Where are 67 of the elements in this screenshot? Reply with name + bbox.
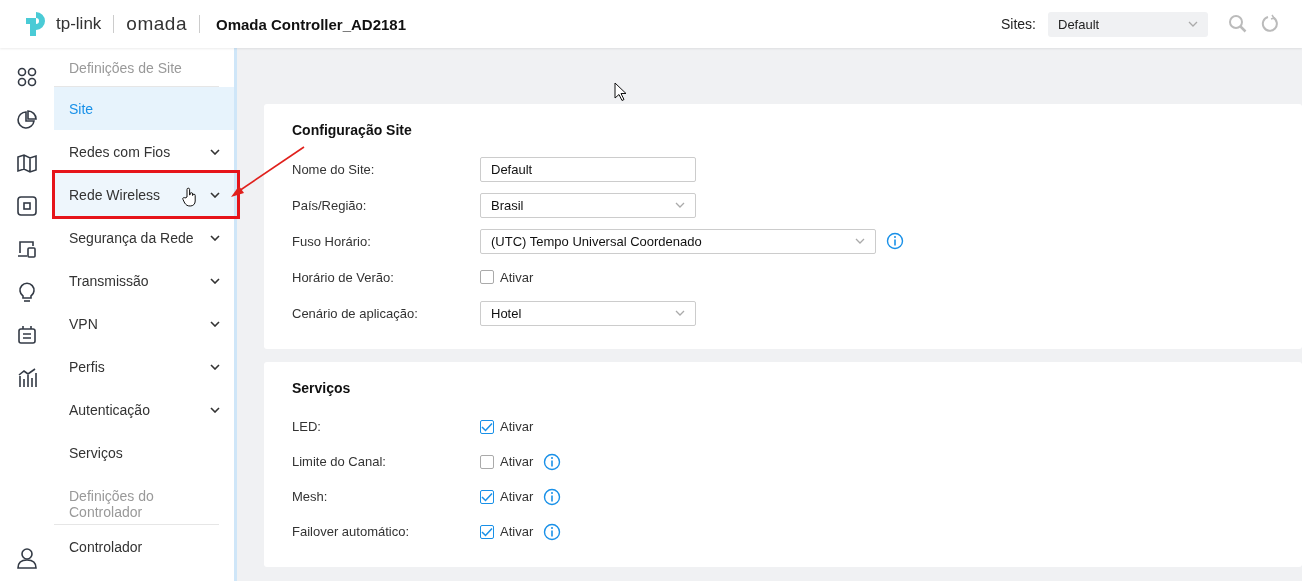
info-icon[interactable]	[543, 487, 562, 506]
menu-item[interactable]: Autenticação	[54, 388, 234, 431]
field-label: LED:	[292, 419, 322, 434]
menu-item[interactable]: VPN	[54, 302, 234, 345]
menu-item[interactable]: Serviços	[54, 431, 234, 474]
dropdown[interactable]: Hotel	[480, 300, 696, 326]
checkbox-label: Ativar	[500, 419, 534, 434]
lightbulb-icon[interactable]	[16, 281, 38, 303]
user-icon[interactable]	[16, 547, 38, 569]
brand-name: tp-link	[56, 14, 102, 34]
info-icon[interactable]	[543, 522, 562, 541]
checkbox[interactable]	[480, 524, 494, 539]
checkbox[interactable]	[480, 419, 494, 434]
field-label: Mesh:	[292, 489, 329, 504]
field-label: Cenário de aplicação:	[292, 305, 419, 321]
checkbox-label: Ativar	[500, 524, 534, 539]
field-label: Failover automático:	[292, 524, 411, 539]
calendar-icon[interactable]	[16, 324, 38, 346]
controller-title: Omada Controller_AD2181	[215, 15, 407, 33]
product-name: omada	[126, 13, 187, 35]
checkbox[interactable]	[480, 454, 494, 469]
menu-item[interactable]: Controlador	[54, 525, 234, 568]
section-title: Serviços	[292, 380, 352, 396]
square-icon[interactable]	[16, 195, 38, 217]
bar-chart-icon[interactable]	[16, 367, 38, 389]
grid-icon[interactable]	[16, 66, 38, 88]
field-label: País/Região:	[292, 197, 368, 213]
chevron-icon	[675, 310, 685, 316]
refresh-icon[interactable]	[1260, 14, 1280, 34]
field-label: Limite do Canal:	[292, 454, 387, 469]
checkbox[interactable]	[480, 489, 494, 504]
checkbox-label: Ativar	[500, 489, 534, 504]
chevron-icon	[1188, 21, 1198, 27]
devices-icon[interactable]	[16, 238, 38, 260]
menu-item[interactable]: Redes com Fios	[54, 130, 234, 173]
chevron-icon	[855, 238, 865, 244]
section-title: Configuração Site	[292, 122, 413, 138]
chevron-down-icon	[210, 407, 220, 413]
info-icon[interactable]	[886, 232, 904, 250]
search-icon[interactable]	[1228, 14, 1248, 34]
chevron-down-icon	[210, 364, 220, 370]
field-label: Nome do Site:	[292, 161, 376, 177]
checkbox[interactable]	[480, 270, 494, 284]
pie-chart-icon[interactable]	[16, 109, 38, 131]
chevron-down-icon	[210, 149, 220, 155]
chevron-down-icon	[210, 192, 220, 198]
checkbox-label: Ativar	[500, 269, 534, 285]
checkbox-label: Ativar	[500, 454, 534, 469]
site-dropdown[interactable]: Default	[1048, 11, 1208, 37]
dropdown[interactable]: (UTC) Tempo Universal Coordenado	[480, 228, 876, 254]
menu-item[interactable]: Segurança da Rede	[54, 216, 234, 259]
info-icon[interactable]	[543, 452, 562, 471]
menu-item[interactable]: Perfis	[54, 345, 234, 388]
mouse-pointer-icon	[614, 82, 628, 102]
chevron-down-icon	[210, 278, 220, 284]
text-field[interactable]: Default	[480, 156, 696, 182]
field-label: Fuso Horário:	[292, 233, 372, 249]
chevron-icon	[675, 202, 685, 208]
field-label: Horário de Verão:	[292, 269, 395, 285]
hand-cursor-icon	[182, 187, 198, 207]
dropdown[interactable]: Brasil	[480, 192, 696, 218]
menu-heading: Definições do Controlador	[54, 474, 219, 525]
sites-label: Sites:	[1001, 16, 1036, 32]
chevron-down-icon	[210, 235, 220, 241]
map-icon[interactable]	[16, 152, 38, 174]
chevron-down-icon	[210, 321, 220, 327]
menu-item[interactable]: Transmissão	[54, 259, 234, 302]
